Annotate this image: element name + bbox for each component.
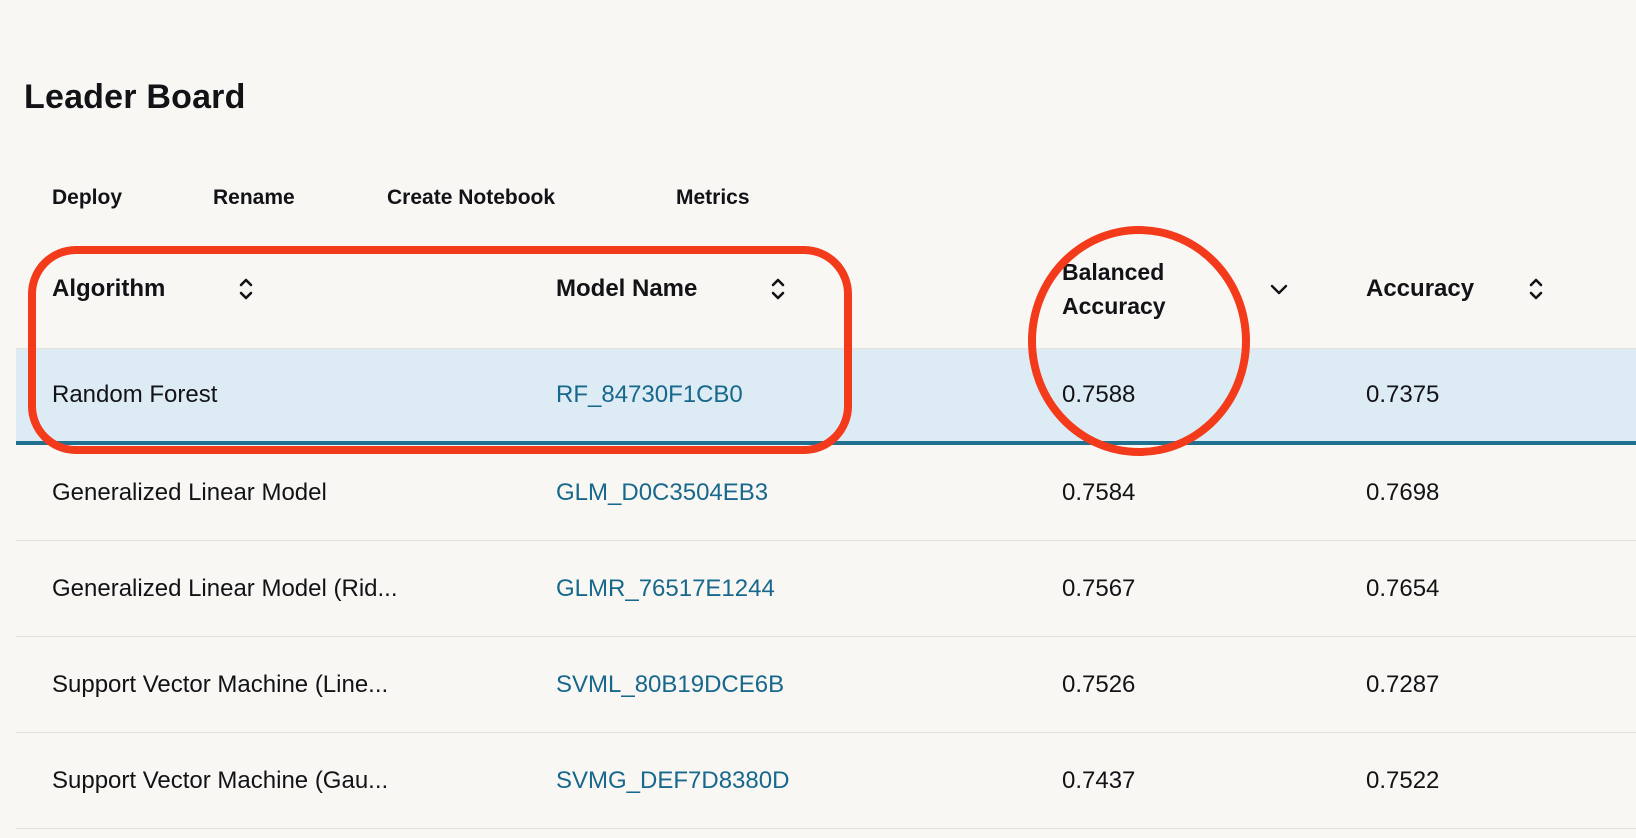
create-notebook-button[interactable]: Create Notebook <box>387 178 555 218</box>
leaderboard-table: Algorithm Model Name Balanced Accuracy A… <box>16 230 1636 829</box>
column-header-algorithm-label: Algorithm <box>52 275 166 302</box>
algorithm-cell: Random Forest <box>52 381 218 408</box>
algorithm-cell: Generalized Linear Model <box>52 478 327 506</box>
model-name-link[interactable]: RF_84730F1CB0 <box>556 381 743 409</box>
column-header-model-name-label: Model Name <box>556 275 698 302</box>
table-header-row: Algorithm Model Name Balanced Accuracy A… <box>16 230 1636 349</box>
balanced-accuracy-cell: 0.7567 <box>1062 574 1136 602</box>
column-header-accuracy-label: Accuracy <box>1366 275 1475 302</box>
table-row[interactable]: Generalized Linear Model GLM_D0C3504EB3 … <box>16 445 1636 541</box>
model-name-link[interactable]: SVMG_DEF7D8380D <box>556 767 789 795</box>
column-header-balanced-accuracy[interactable]: Balanced Accuracy <box>1062 230 1166 348</box>
column-header-balanced-accuracy-label: Balanced Accuracy <box>1062 259 1166 319</box>
table-row[interactable]: Support Vector Machine (Gau... SVMG_DEF7… <box>16 733 1636 829</box>
model-name-link[interactable]: SVML_80B19DCE6B <box>556 671 784 699</box>
sort-up-down-icon[interactable] <box>238 230 254 348</box>
page-title: Leader Board <box>24 78 246 116</box>
table-row[interactable]: Random Forest RF_84730F1CB0 0.7588 0.737… <box>16 349 1636 445</box>
balanced-accuracy-cell: 0.7526 <box>1062 670 1136 698</box>
accuracy-cell: 0.7522 <box>1366 766 1440 794</box>
column-header-model-name[interactable]: Model Name <box>556 230 697 348</box>
balanced-accuracy-cell: 0.7584 <box>1062 478 1136 506</box>
algorithm-cell: Support Vector Machine (Line... <box>52 670 389 698</box>
table-row[interactable]: Generalized Linear Model (Rid... GLMR_76… <box>16 541 1636 637</box>
accuracy-cell: 0.7698 <box>1366 478 1440 506</box>
metrics-button[interactable]: Metrics <box>676 178 750 218</box>
toolbar: Deploy Rename Create Notebook Metrics <box>0 178 1636 218</box>
accuracy-cell: 0.7375 <box>1366 381 1440 408</box>
chevron-down-icon[interactable] <box>1270 230 1288 348</box>
table-row[interactable]: Support Vector Machine (Line... SVML_80B… <box>16 637 1636 733</box>
sort-up-down-icon[interactable] <box>770 230 786 348</box>
algorithm-cell: Generalized Linear Model (Rid... <box>52 574 398 602</box>
sort-up-down-icon[interactable] <box>1528 230 1544 348</box>
accuracy-cell: 0.7654 <box>1366 574 1440 602</box>
balanced-accuracy-cell: 0.7588 <box>1062 381 1136 408</box>
accuracy-cell: 0.7287 <box>1366 670 1440 698</box>
column-header-accuracy[interactable]: Accuracy <box>1366 230 1474 348</box>
column-header-algorithm[interactable]: Algorithm <box>52 230 165 348</box>
model-name-link[interactable]: GLM_D0C3504EB3 <box>556 479 768 507</box>
deploy-button[interactable]: Deploy <box>52 178 122 218</box>
leaderboard-screen: Leader Board Deploy Rename Create Notebo… <box>0 0 1636 838</box>
algorithm-cell: Support Vector Machine (Gau... <box>52 766 389 794</box>
rename-button[interactable]: Rename <box>213 178 295 218</box>
balanced-accuracy-cell: 0.7437 <box>1062 766 1136 794</box>
model-name-link[interactable]: GLMR_76517E1244 <box>556 575 775 603</box>
